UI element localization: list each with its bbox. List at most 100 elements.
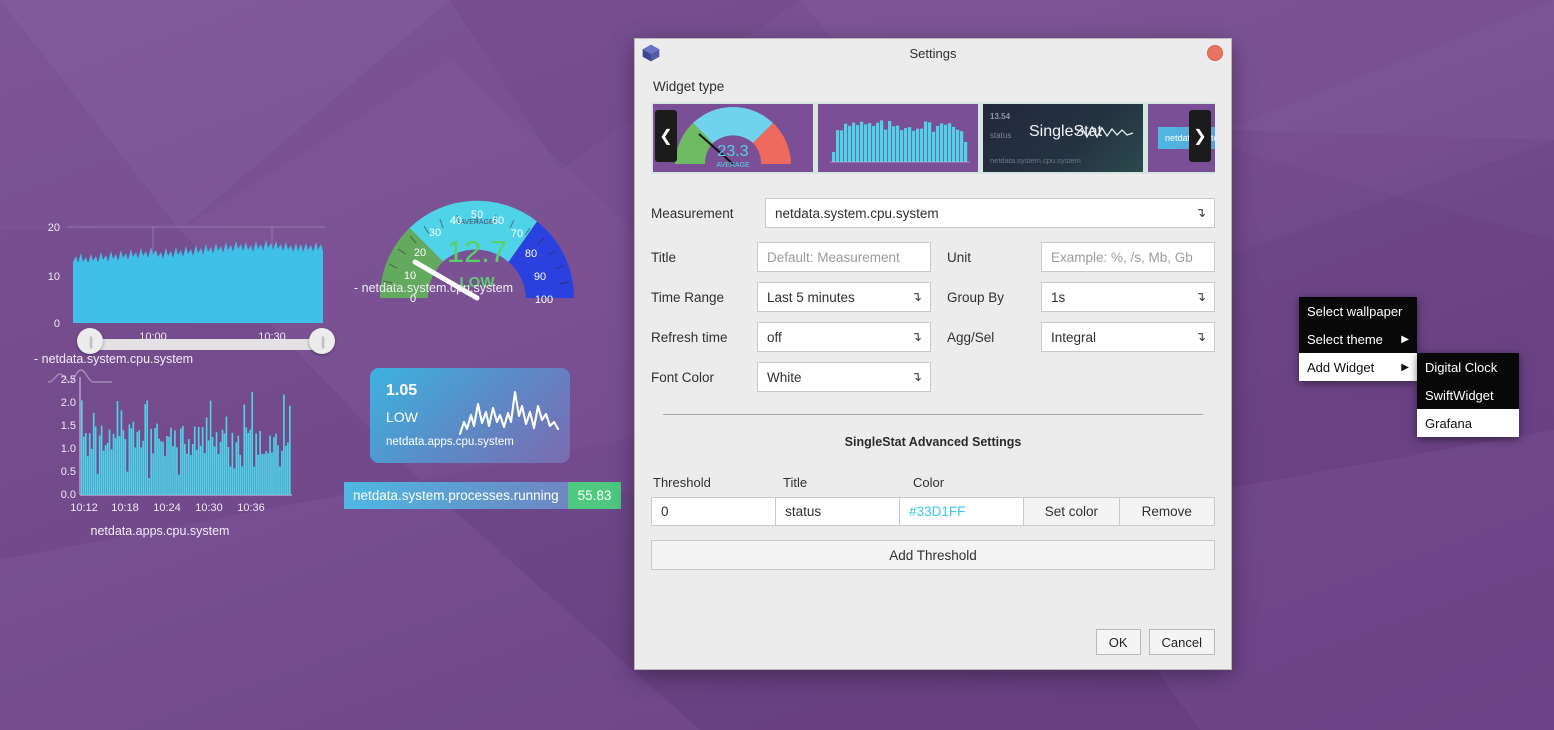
context-menu-item-select-theme[interactable]: Select theme ▶ [1299, 325, 1417, 353]
title-column-header: Title [783, 475, 808, 490]
svg-text:10:18: 10:18 [111, 502, 139, 514]
unit-input[interactable]: Example: %, /s, Mb, Gb [1041, 242, 1215, 272]
threshold-table-header: Threshold Title Color [651, 475, 1215, 490]
svg-text:10: 10 [48, 271, 60, 283]
svg-text:2.5: 2.5 [61, 374, 76, 386]
svg-text:10:24: 10:24 [153, 502, 181, 514]
unit-label: Unit [947, 249, 972, 265]
thumb-gauge-svg: 23.3 AVERAGE [675, 107, 791, 169]
time-range-value: Last 5 minutes [767, 289, 855, 305]
apps-cpu-bar-chart-widget[interactable]: 2.5 2.0 1.5 1.0 0.5 0.0 10:12 10:18 10:2… [40, 365, 320, 545]
measurement-label: Measurement [651, 205, 734, 221]
thumb-singlestat-status: status [990, 131, 1012, 140]
svg-text:40: 40 [450, 215, 462, 227]
widget-type-thumb-singlestat[interactable]: 13.54 status netdata.system.cpu.system S… [983, 104, 1143, 172]
agg-sel-label: Agg/Sel [947, 329, 995, 345]
color-column-header: Color [913, 475, 945, 490]
chevron-left-icon[interactable]: ❮ [655, 110, 677, 162]
submenu-item-grafana[interactable]: Grafana [1417, 409, 1519, 437]
widget-type-thumb-gauge[interactable]: 23.3 AVERAGE [653, 104, 813, 172]
thumb-gauge-value: 23.3 [717, 143, 748, 160]
time-range-label: Time Range [651, 289, 725, 305]
threshold-column-header: Threshold [653, 475, 711, 490]
thumb-bars-svg [830, 120, 970, 163]
y-axis-ticks: 20 10 0 [48, 222, 60, 330]
dialog-title: Settings [909, 45, 957, 61]
threshold-value-input[interactable]: 0 [651, 497, 777, 526]
widget-type-carousel[interactable]: ❮ ❯ 23.3 AVERAGE 13.54 status netdata.sy… [651, 102, 1215, 174]
context-menu-item-label: Add Widget [1307, 359, 1375, 375]
context-menu-item-label: Select theme [1307, 331, 1383, 347]
remove-threshold-button[interactable]: Remove [1118, 497, 1215, 526]
table-row[interactable]: 0 status #33D1FF Set color Remove [651, 497, 1215, 526]
chevron-right-icon: ▶ [1401, 361, 1409, 373]
y-axis-ticks: 2.5 2.0 1.5 1.0 0.5 0.0 [61, 374, 76, 501]
desktop-context-menu[interactable]: Select wallpaper Select theme ▶ Add Widg… [1299, 297, 1417, 381]
add-widget-submenu[interactable]: Digital Clock SwiftWidget Grafana [1417, 353, 1519, 437]
dialog-footer: OK Cancel [635, 629, 1231, 669]
measurement-select[interactable]: netdata.system.cpu.system [765, 198, 1215, 228]
svg-text:0: 0 [54, 318, 60, 330]
title-label: Title [651, 249, 677, 265]
gauge-value: 12.7 [447, 234, 507, 269]
font-color-value: White [767, 369, 802, 385]
chevron-right-icon[interactable]: ❯ [1189, 110, 1211, 162]
svg-text:10:12: 10:12 [70, 502, 98, 514]
thumb-gauge-caption: AVERAGE [716, 162, 750, 169]
bar-series [81, 391, 291, 495]
group-by-label: Group By [947, 289, 1005, 305]
svg-text:10:00: 10:00 [139, 331, 167, 343]
add-threshold-button[interactable]: Add Threshold [651, 540, 1215, 570]
submenu-item-swiftwidget[interactable]: SwiftWidget [1417, 381, 1519, 409]
group-by-value: 1s [1051, 289, 1066, 305]
measurement-value: netdata.system.cpu.system [775, 205, 939, 221]
svg-text:90: 90 [534, 271, 546, 283]
svg-text:20: 20 [48, 222, 60, 234]
cancel-button[interactable]: Cancel [1148, 629, 1215, 655]
submenu-item-digital-clock[interactable]: Digital Clock [1417, 353, 1519, 381]
context-menu-item-select-wallpaper[interactable]: Select wallpaper [1299, 297, 1417, 325]
svg-text:2.0: 2.0 [61, 397, 76, 409]
processes-running-pill-widget[interactable]: netdata.system.processes.running 55.83 [344, 482, 622, 509]
svg-text:0.5: 0.5 [61, 466, 76, 478]
section-divider [663, 414, 1203, 415]
unit-placeholder: Example: %, /s, Mb, Gb [1051, 249, 1193, 265]
bar-chart-svg: 2.5 2.0 1.5 1.0 0.5 0.0 10:12 10:18 10:2… [61, 374, 292, 514]
svg-text:30: 30 [429, 227, 441, 239]
svg-text:70: 70 [511, 228, 523, 240]
time-range-select[interactable]: Last 5 minutes [757, 282, 931, 312]
svg-text:20: 20 [414, 247, 426, 259]
title-placeholder: Default: Measurement [767, 249, 900, 265]
context-menu-item-add-widget[interactable]: Add Widget ▶ [1299, 353, 1417, 381]
widget-type-thumb-bar-chart[interactable] [818, 104, 978, 172]
refresh-time-label: Refresh time [651, 329, 728, 345]
svg-text:100: 100 [535, 294, 553, 305]
title-input[interactable]: Default: Measurement [757, 242, 931, 272]
chart-caption: - netdata.system.cpu.system [34, 352, 194, 366]
svg-text:10:36: 10:36 [237, 502, 265, 514]
singlestat-card-widget[interactable]: 1.05 LOW netdata.apps.cpu.system [370, 368, 570, 463]
area-chart-svg: 20 10 0 10:00 10:30 [48, 222, 325, 343]
svg-text:60: 60 [492, 215, 504, 227]
font-color-select[interactable]: White [757, 362, 931, 392]
settings-dialog[interactable]: Settings Widget type ❮ ❯ 23.3 AVERAGE 13… [634, 38, 1232, 670]
svg-text:10:30: 10:30 [195, 502, 223, 514]
cpu-system-area-chart-widget[interactable]: || || 20 10 0 10:00 10:30 - netdata.syst… [20, 160, 340, 383]
group-by-select[interactable]: 1s [1041, 282, 1215, 312]
ok-button[interactable]: OK [1095, 629, 1141, 655]
pill-value: 55.83 [567, 482, 622, 509]
area-series [73, 240, 323, 323]
thumb-singlestat-value: 13.54 [990, 112, 1011, 121]
set-color-button[interactable]: Set color [1023, 497, 1120, 526]
thumb-sparkline-icon [1076, 125, 1134, 139]
refresh-time-select[interactable]: off [757, 322, 931, 352]
font-color-label: Font Color [651, 369, 715, 385]
threshold-title-input[interactable]: status [775, 497, 901, 526]
submenu-item-label: Digital Clock [1425, 359, 1498, 375]
agg-sel-select[interactable]: Integral [1041, 322, 1215, 352]
gauge-caption: - netdata.system.cpu.system [354, 281, 514, 295]
threshold-color-input[interactable]: #33D1FF [899, 497, 1025, 526]
close-icon[interactable] [1207, 45, 1223, 61]
singlestat-sparkline-icon [458, 390, 560, 436]
dialog-titlebar[interactable]: Settings [635, 39, 1231, 67]
